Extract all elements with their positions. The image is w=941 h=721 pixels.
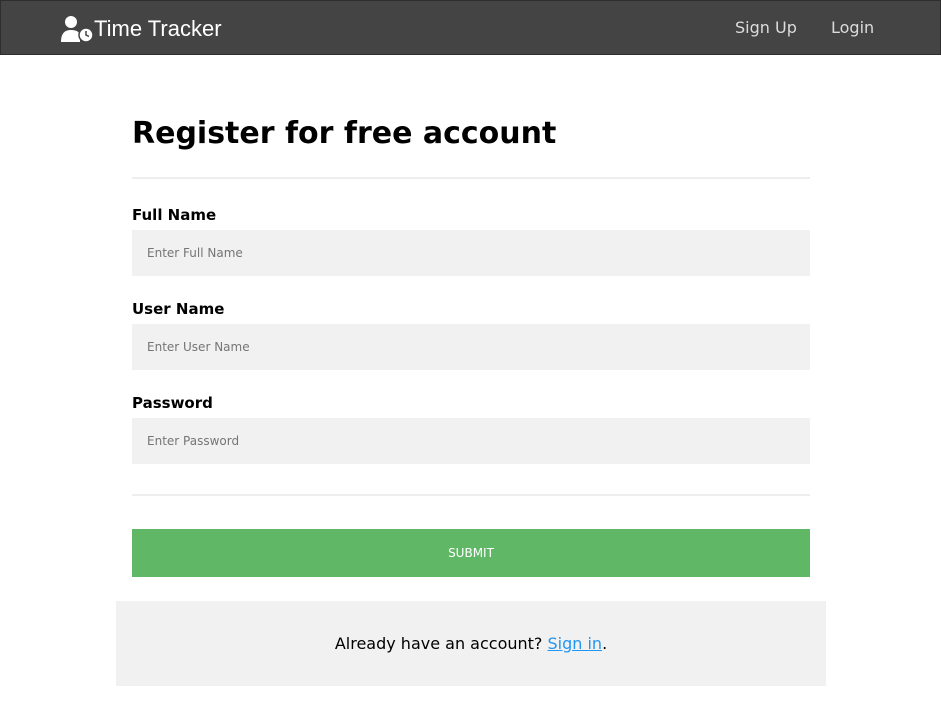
user-clock-icon xyxy=(61,15,94,43)
nav-sign-up-link[interactable]: Sign Up xyxy=(735,18,797,37)
password-field[interactable] xyxy=(132,418,810,464)
full-name-field[interactable] xyxy=(132,230,810,276)
full-name-label: Full Name xyxy=(132,206,217,224)
password-label: Password xyxy=(132,394,213,412)
user-name-field[interactable] xyxy=(132,324,810,370)
user-name-label: User Name xyxy=(132,300,225,318)
submit-button[interactable]: SUBMIT xyxy=(132,529,810,577)
signin-suffix: . xyxy=(602,634,608,653)
sign-in-link[interactable]: Sign in xyxy=(548,634,603,653)
divider xyxy=(132,177,810,179)
signin-prompt: Already have an account? xyxy=(334,634,548,653)
brand-link[interactable]: Time Tracker xyxy=(61,14,222,44)
signin-box: Already have an account? Sign in. xyxy=(116,601,826,686)
nav-login-link[interactable]: Login xyxy=(831,18,874,37)
divider xyxy=(132,494,810,496)
brand-title: Time Tracker xyxy=(94,16,222,41)
navbar: Time Tracker Sign Up Login xyxy=(0,0,941,55)
page-title: Register for free account xyxy=(132,116,557,151)
